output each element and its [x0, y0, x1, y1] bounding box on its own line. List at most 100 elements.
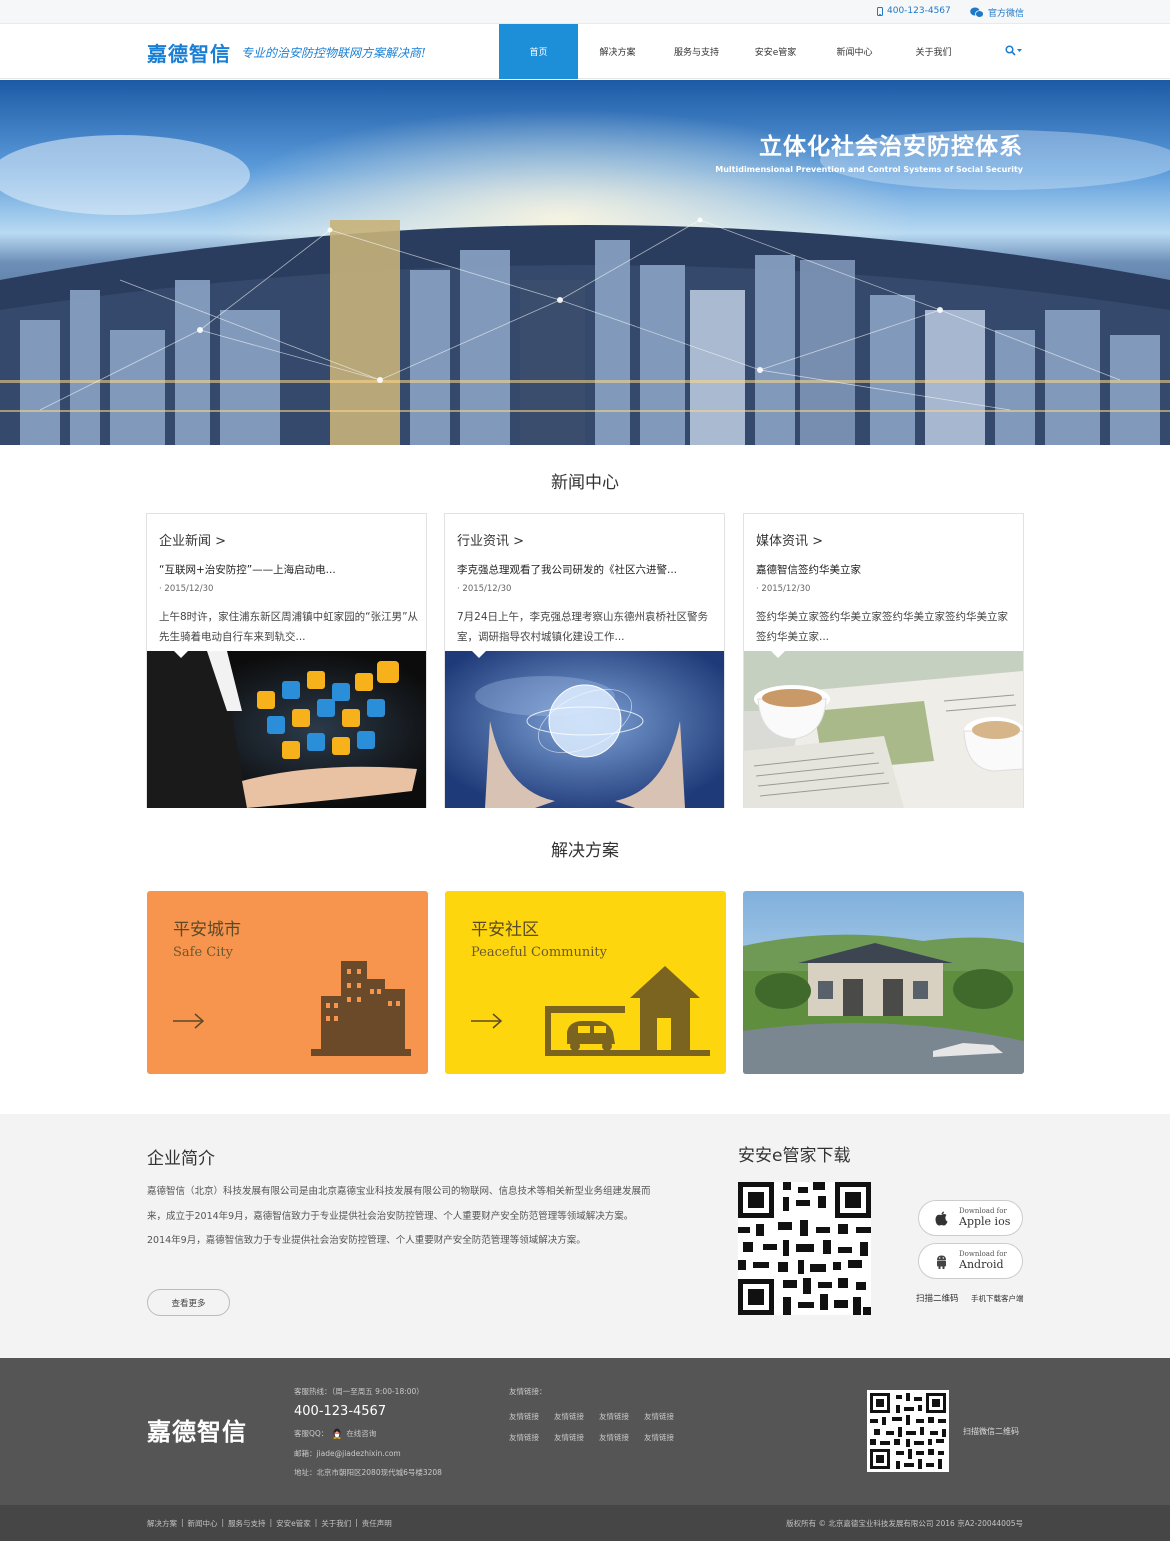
apple-big-label: Apple ios [959, 1215, 1011, 1228]
qq-penguin-icon[interactable] [332, 1428, 342, 1439]
search-toggle[interactable] [1005, 45, 1022, 56]
news-headline[interactable]: 李克强总理观看了我公司研发的《社区六进警... [457, 562, 677, 577]
news-date-text: 2015/12/30 [462, 584, 512, 594]
main-nav: 首页 解决方案 服务与支持 安安e管家 新闻中心 关于我们 [499, 24, 973, 79]
intro-title: 企业简介 [147, 1149, 215, 1169]
scan-qr-caption: 扫描二维码 [916, 1294, 959, 1304]
friend-link[interactable]: 友情链接 [599, 1432, 644, 1443]
nav-anan-manager[interactable]: 安安e管家 [736, 24, 815, 79]
solution-title-en: Safe City [173, 945, 233, 960]
news-date-text: 2015/12/30 [164, 584, 214, 594]
logo-slogan: 专业的治安防控物联网方案解决商! [241, 46, 426, 60]
house-garage-icon [545, 966, 710, 1056]
news-card-media[interactable]: 媒体资讯 > 嘉德智信签约华美立家 · 2015/12/30 签约华美立家签约华… [743, 513, 1024, 808]
intro-text: 嘉德智信（北京）科技发展有限公司是由北京嘉德宝业科技发展有限公司的物联网、信息技… [147, 1180, 667, 1254]
news-date: · 2015/12/30 [159, 584, 214, 594]
search-icon [1005, 45, 1016, 56]
news-image-app-icons[interactable] [147, 651, 426, 808]
logo-name: 嘉德智信 [147, 42, 231, 66]
download-android-button[interactable]: Download for Android [918, 1243, 1023, 1279]
news-headline[interactable]: 嘉德智信签约华美立家 [756, 562, 861, 577]
arrow-right-icon[interactable] [471, 1011, 503, 1031]
app-qr-code [738, 1182, 871, 1315]
news-category[interactable]: 媒体资讯 > [756, 530, 823, 549]
company-intro-section: 企业简介 嘉德智信（北京）科技发展有限公司是由北京嘉德宝业科技发展有限公司的物联… [0, 1114, 1170, 1358]
site-header: 嘉德智信 专业的治安防控物联网方案解决商! 首页 解决方案 服务与支持 安安e管… [0, 24, 1170, 79]
card-notch [174, 651, 188, 658]
news-category[interactable]: 企业新闻 > [159, 530, 226, 549]
card-notch [472, 651, 486, 658]
card-notch [771, 651, 785, 658]
view-more-button[interactable]: 查看更多 [147, 1289, 230, 1316]
solution-villa-image[interactable] [743, 891, 1024, 1074]
news-card-company[interactable]: 企业新闻 > “互联网+治安防控”——上海启动电... · 2015/12/30… [146, 513, 427, 808]
news-date-text: 2015/12/30 [761, 584, 811, 594]
bottom-link-service[interactable]: 服务与支持 [228, 1518, 266, 1529]
news-excerpt: 7月24日上午，李克强总理考察山东德州袁桥社区警务室，调研指导农村城镇化建设工作… [457, 611, 709, 643]
news-section-title: 新闻中心 [551, 473, 619, 493]
wechat-qr-caption: 扫描微信二维码 [963, 1427, 1019, 1436]
nav-about[interactable]: 关于我们 [894, 24, 973, 79]
footer-logo[interactable]: 嘉德智信 [147, 1412, 247, 1447]
nav-home[interactable]: 首页 [499, 24, 578, 79]
bottom-link-disclaimer[interactable]: 责任声明 [362, 1518, 392, 1529]
top-wechat-link[interactable]: 官方微信 [970, 6, 1024, 19]
friend-link[interactable]: 友情链接 [509, 1411, 554, 1422]
friend-link[interactable]: 友情链接 [509, 1432, 554, 1443]
nav-service-support[interactable]: 服务与支持 [657, 24, 736, 79]
separator: | [269, 1518, 273, 1527]
apple-text: Download for Apple ios [959, 1207, 1010, 1228]
copyright: 版权所有 © 北京嘉德宝业科技发展有限公司 2016 京A2-20044005号 [786, 1519, 1023, 1528]
solution-peaceful-community[interactable]: 平安社区 Peaceful Community [445, 891, 726, 1074]
solution-safe-city[interactable]: 平安城市 Safe City [147, 891, 428, 1074]
bottom-link-anan[interactable]: 安安e管家 [276, 1518, 311, 1529]
nav-news[interactable]: 新闻中心 [815, 24, 894, 79]
friend-link[interactable]: 友情链接 [644, 1411, 689, 1422]
separator: | [355, 1518, 358, 1527]
footer-qq-online-link[interactable]: 在线咨询 [346, 1428, 376, 1439]
news-date: · 2015/12/30 [756, 584, 811, 594]
apple-icon [935, 1211, 948, 1226]
footer-email[interactable]: 邮箱：jiade@jiadezhixin.com [294, 1448, 401, 1459]
android-icon [937, 1255, 946, 1269]
news-headline[interactable]: “互联网+治安防控”——上海启动电... [159, 562, 336, 577]
friend-link[interactable]: 友情链接 [644, 1432, 689, 1443]
separator: | [181, 1518, 184, 1527]
hero-subtitle: Multidimensional Prevention and Control … [715, 165, 1023, 174]
friend-link[interactable]: 友情链接 [554, 1411, 599, 1422]
wechat-icon [970, 7, 984, 18]
intro-paragraph: 嘉德智信（北京）科技发展有限公司是由北京嘉德宝业科技发展有限公司的物联网、信息技… [147, 1186, 651, 1222]
wechat-qr-code [867, 1390, 949, 1472]
download-apple-ios-button[interactable]: Download for Apple ios [918, 1200, 1023, 1236]
arrow-right-icon[interactable] [173, 1011, 205, 1031]
caret-down-icon [1017, 48, 1022, 52]
bottom-link-news[interactable]: 新闻中心 [188, 1518, 218, 1529]
solutions-section-title: 解决方案 [551, 841, 619, 861]
separator: | [221, 1518, 225, 1527]
phone-icon [877, 6, 883, 16]
bottom-link-solutions[interactable]: 解决方案 [147, 1518, 177, 1529]
news-excerpt: 签约华美立家签约华美立家签约华美立家签约华美立家签约华美立家... [756, 611, 1008, 643]
site-logo[interactable]: 嘉德智信 专业的治安防控物联网方案解决商! [147, 38, 426, 67]
footer-hotline-number: 400-123-4567 [294, 1404, 387, 1419]
news-image-newspapers[interactable] [744, 651, 1023, 808]
android-big-label: Android [959, 1258, 1004, 1271]
bottom-link-about[interactable]: 关于我们 [321, 1518, 351, 1529]
bottom-nav: 解决方案 | 新闻中心 | 服务与支持 | 安安e管家 | 关于我们 | 责任声明 [147, 1518, 392, 1529]
city-buildings-icon [311, 961, 411, 1056]
android-text: Download for Android [959, 1250, 1007, 1271]
news-date: · 2015/12/30 [457, 584, 512, 594]
friend-links-label: 友情链接： [509, 1387, 547, 1396]
nav-solutions[interactable]: 解决方案 [578, 24, 657, 79]
news-card-industry[interactable]: 行业资讯 > 李克强总理观看了我公司研发的《社区六进警... · 2015/12… [444, 513, 725, 808]
news-category[interactable]: 行业资讯 > [457, 530, 524, 549]
top-wechat-label: 官方微信 [988, 9, 1025, 19]
solution-title-cn: 平安城市 [173, 920, 241, 940]
top-phone: 400-123-4567 [877, 6, 951, 16]
news-image-globe[interactable] [445, 651, 724, 808]
android-small-label: Download for [959, 1250, 1007, 1258]
footer-hotline-label: 客服热线：（周一至周五 9:00-18:00） [294, 1387, 424, 1396]
friend-link[interactable]: 友情链接 [599, 1411, 644, 1422]
news-excerpt: 上午8时许，家住浦东新区周浦镇中虹家园的“张江男”从先生骑着电动自行车来到轨交.… [159, 611, 419, 643]
friend-link[interactable]: 友情链接 [554, 1432, 599, 1443]
